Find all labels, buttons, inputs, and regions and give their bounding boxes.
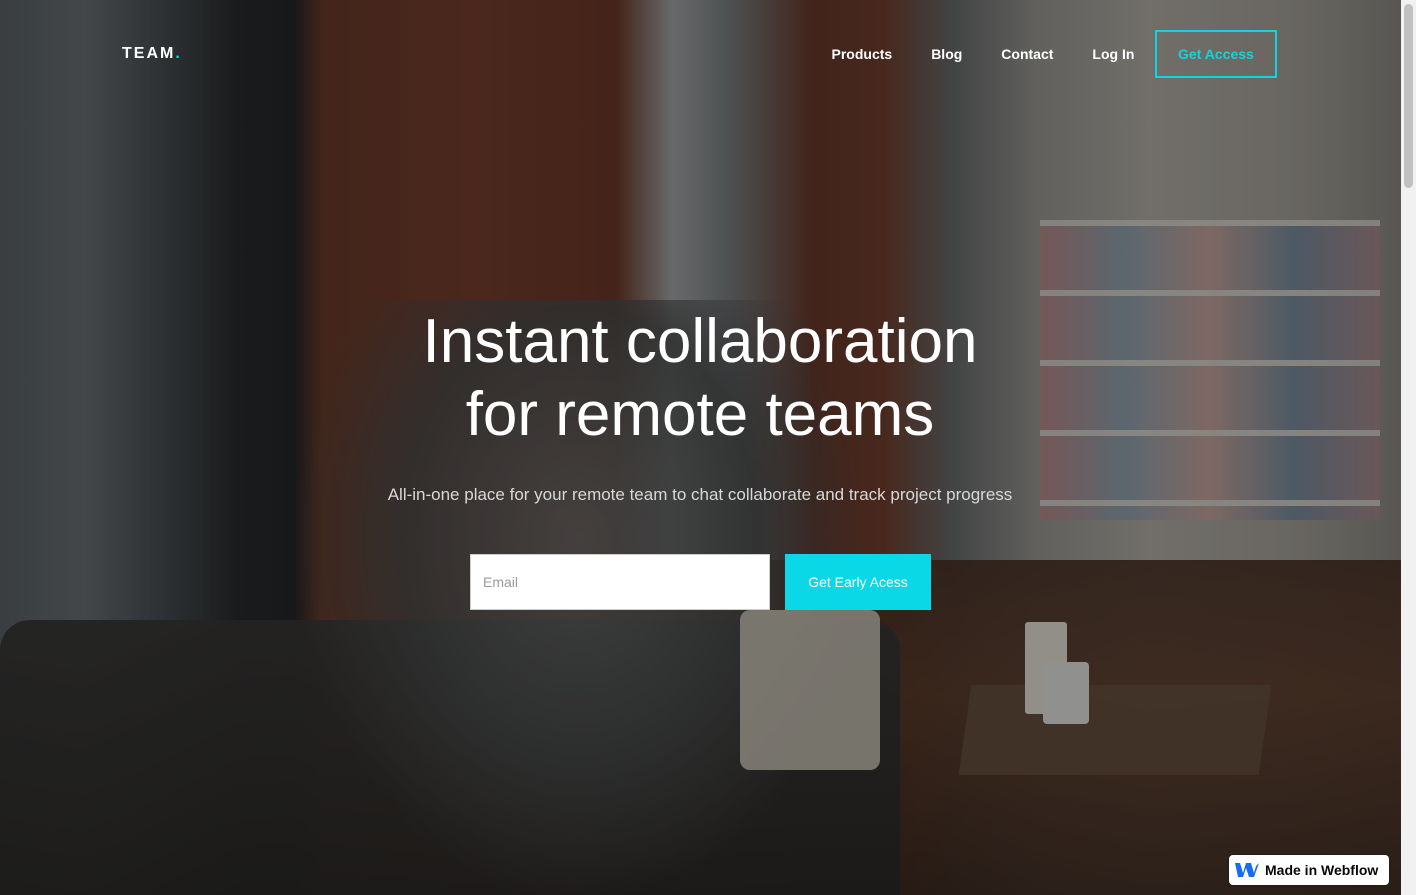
hero-subtitle: All-in-one place for your remote team to… <box>387 485 1013 504</box>
scrollbar-thumb[interactable] <box>1404 4 1413 188</box>
nav-link-login[interactable]: Log In <box>1073 32 1154 76</box>
landing-page: TEAM. Products Blog Contact Log In Get A… <box>0 0 1416 895</box>
brand-name: TEAM <box>122 45 176 62</box>
badge-label: Made in Webflow <box>1265 862 1379 878</box>
hero-title-line-1: Instant collaboration <box>422 307 978 376</box>
hero-title-line-2: for remote teams <box>465 380 935 449</box>
early-access-form: Get Early Acess <box>470 554 931 610</box>
main-nav: Products Blog Contact Log In Get Access <box>812 30 1277 78</box>
webflow-icon <box>1234 861 1260 879</box>
brand-dot: . <box>175 45 180 62</box>
get-early-access-button[interactable]: Get Early Acess <box>785 554 931 610</box>
page-scrollbar[interactable] <box>1401 0 1416 895</box>
nav-link-blog[interactable]: Blog <box>912 32 982 76</box>
hero-title: Instant collaboration for remote teams <box>300 305 1100 451</box>
get-access-button[interactable]: Get Access <box>1154 30 1277 78</box>
nav-link-contact[interactable]: Contact <box>982 32 1073 76</box>
email-input[interactable] <box>470 554 770 610</box>
made-in-webflow-badge[interactable]: Made in Webflow <box>1229 855 1389 885</box>
nav-link-products[interactable]: Products <box>812 32 912 76</box>
brand-logo[interactable]: TEAM. <box>122 45 180 63</box>
